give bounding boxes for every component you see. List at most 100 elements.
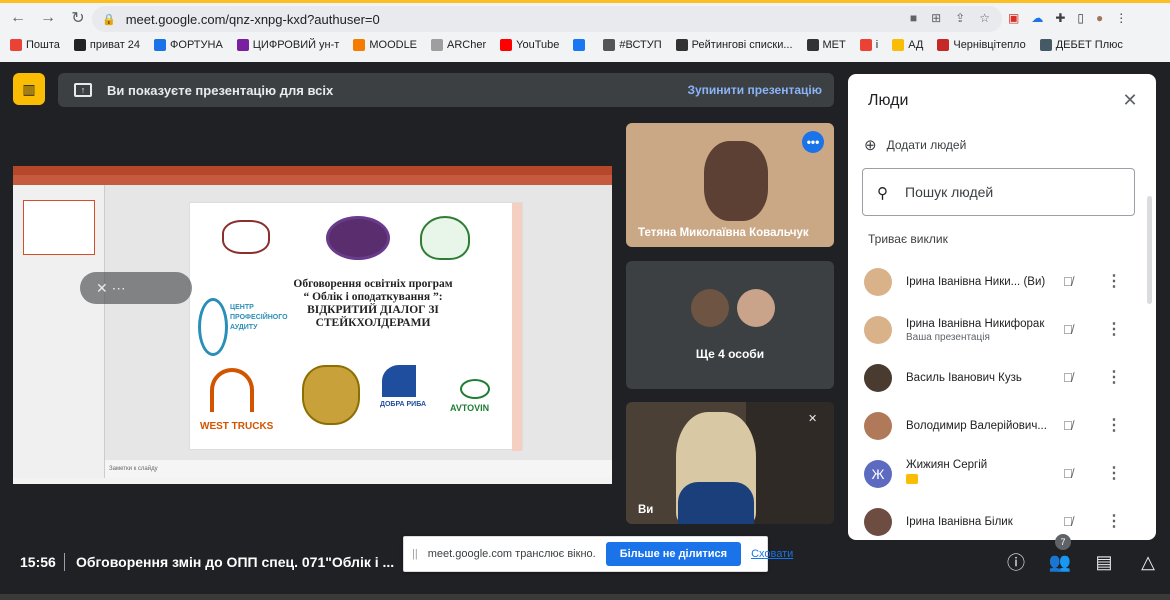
bookmark-item[interactable] [573, 39, 589, 51]
browser-chrome: ← → ↻ 🔒 meet.google.com/qnz-xnpg-kxd?aut… [0, 0, 1170, 62]
bookmark-icon [73, 39, 86, 51]
self-shirt [678, 482, 754, 524]
info-icon[interactable]: ⓘ [1004, 550, 1028, 574]
profile-avatar-icon[interactable]: ● [1096, 11, 1103, 25]
bookmark-item[interactable]: ЦИФРОВИЙ ун-т [236, 39, 339, 51]
lock-icon[interactable]: 🔒 [102, 13, 116, 26]
bookmark-icon [806, 39, 819, 51]
url-text: meet.google.com/qnz-xnpg-kxd?authuser=0 [125, 11, 380, 27]
more-options-icon[interactable]: ⋮ [1106, 368, 1122, 388]
avtovin-emblem [460, 379, 490, 399]
participant-row[interactable]: Ірина Іванівна Ники... (Ви) 🎙̸ ⋮ [864, 262, 1144, 302]
avatar [864, 316, 892, 344]
bookmark-item[interactable]: ДЕБЕТ Плюс [1039, 39, 1123, 51]
address-bar[interactable]: 🔒 meet.google.com/qnz-xnpg-kxd?authuser=… [92, 6, 1002, 32]
bookmark-label: Пошта [26, 39, 60, 51]
scrollbar[interactable] [1147, 196, 1152, 304]
share-icon[interactable]: ⇪ [955, 11, 965, 25]
participant-row[interactable]: Ж Жижиян Сергій 🎙̸ ⋮ [864, 454, 1144, 494]
bookmark-item[interactable]: Рейтингові списки... [675, 39, 793, 51]
drag-handle-icon[interactable]: || [412, 548, 418, 560]
mic-off-icon[interactable]: 🎙̸ [1063, 418, 1079, 434]
mic-off-icon[interactable]: 🎙̸ [1063, 322, 1079, 338]
translate-icon[interactable]: ⊞ [931, 11, 941, 25]
more-people-label: Ще 4 особи [695, 347, 765, 361]
bookmark-item[interactable]: МЕТ [806, 39, 846, 51]
shared-screen-mic-off-icon: ✕ ⋯ [80, 272, 192, 304]
people-search[interactable]: ⚲ [862, 168, 1135, 216]
forward-icon[interactable]: → [36, 6, 60, 30]
university-logo [222, 220, 270, 254]
participant-name: Володимир Валерійович... [906, 420, 1047, 432]
star-icon[interactable]: ☆ [979, 11, 990, 25]
bookmark-item[interactable]: Чернівцітепло [937, 39, 1026, 51]
participant-info: Ірина Іванівна Никифорак Ваша презентація [906, 318, 1072, 343]
participants-badge: 7 [1055, 534, 1071, 550]
close-icon[interactable]: ✕ [1120, 90, 1140, 110]
avatar [691, 289, 729, 327]
bookmark-item[interactable]: Пошта [10, 39, 60, 51]
extension-icon-red[interactable]: ▣ [1008, 11, 1019, 25]
chat-icon[interactable]: ▤ [1092, 550, 1116, 574]
more-options-icon[interactable]: ••• [802, 131, 824, 153]
avatar [864, 364, 892, 392]
hide-button[interactable]: Сховати [751, 548, 793, 560]
more-options-icon[interactable]: ⋮ [1106, 464, 1122, 484]
puzzle-icon[interactable]: ✚ [1055, 11, 1065, 25]
more-options-icon[interactable]: ⋮ [1106, 416, 1122, 436]
presenting-icon[interactable]: ▥ [13, 73, 45, 105]
present-screen-icon: ↑ [74, 83, 92, 97]
more-options-icon[interactable]: ⋮ [1106, 320, 1122, 340]
stop-sharing-button[interactable]: Більше не ділитися [605, 542, 742, 566]
bookmark-icon [892, 39, 905, 51]
participant-row[interactable]: Володимир Валерійович... 🎙̸ ⋮ [864, 406, 1144, 446]
reload-icon[interactable]: ↻ [66, 6, 90, 30]
banner-text: Ви показуєте презентацію для всіх [107, 82, 334, 98]
slide-stripe [512, 203, 522, 451]
people-icon[interactable]: 7 👥 [1048, 534, 1072, 574]
participant-row[interactable]: Ірина Іванівна Никифорак Ваша презентація… [864, 310, 1144, 350]
clock: 15:56 [20, 554, 56, 570]
others-tile[interactable]: Ще 4 особи [626, 261, 834, 389]
menu-icon[interactable]: ⋮ [1115, 11, 1127, 25]
audit-center-logo [198, 298, 228, 356]
self-tile[interactable]: ✕ Ви [626, 402, 834, 524]
bookmark-item[interactable]: АД [892, 39, 923, 51]
bookmark-label: АД [908, 39, 924, 51]
add-people-button[interactable]: ⊕ Додати людей [864, 136, 966, 154]
participant-row[interactable]: Ірина Іванівна Білик 🎙̸ ⋮ [864, 502, 1144, 542]
slide-heading: Обговорення освітніх програм “ Облік і о… [248, 278, 498, 330]
participant-name: Ірина Іванівна Білик [906, 516, 1013, 528]
bookmark-item[interactable]: #ВСТУП [603, 39, 662, 51]
bookmark-item[interactable]: ФОРТУНА [154, 39, 223, 51]
mic-off-icon[interactable]: 🎙̸ [1063, 466, 1079, 482]
omnibox-actions: ■ ⊞ ⇪ ☆ [910, 11, 990, 25]
back-icon[interactable]: ← [6, 6, 30, 30]
search-input[interactable] [905, 184, 1125, 200]
college-logo [420, 216, 470, 260]
share-notice-text: meet.google.com транслює вікно. [427, 548, 596, 560]
bookmark-item[interactable]: ARCher [431, 39, 486, 51]
mic-off-icon[interactable]: 🎙̸ [1063, 370, 1079, 386]
more-options-icon[interactable]: ⋮ [1106, 272, 1122, 292]
mic-off-icon[interactable]: 🎙̸ [1063, 274, 1079, 290]
bookmark-item[interactable]: YouTube [500, 39, 559, 51]
activities-icon[interactable]: △ [1136, 550, 1160, 574]
west-trucks-text: WEST TRUCKS [200, 421, 274, 432]
stop-presenting-button[interactable]: Зупинити презентацію [687, 83, 822, 97]
bookmark-item[interactable]: і [859, 39, 878, 51]
bookmark-item[interactable]: MOODLE [353, 39, 417, 51]
add-person-icon: ⊕ [864, 137, 877, 154]
participant-row[interactable]: Василь Іванович Кузь 🎙̸ ⋮ [864, 358, 1144, 398]
bookmark-item[interactable]: приват 24 [73, 39, 140, 51]
more-options-icon[interactable]: ⋮ [1106, 512, 1122, 532]
camera-icon[interactable]: ■ [910, 11, 917, 25]
side-panel-icon[interactable]: ▯ [1077, 11, 1084, 25]
cloud-icon[interactable]: ☁ [1031, 11, 1043, 25]
mic-off-icon[interactable]: 🎙̸ [1063, 514, 1079, 530]
dobra-ryba-text: ДОБРА РИБА [380, 401, 427, 408]
in-call-section: Триває виклик [868, 232, 948, 246]
bookmark-icon [573, 39, 586, 51]
slide-heading-line: “ Облік і оподаткування ”: [303, 291, 443, 303]
participant-tile[interactable]: ••• Тетяна Миколаївна Ковальчук [626, 123, 834, 247]
